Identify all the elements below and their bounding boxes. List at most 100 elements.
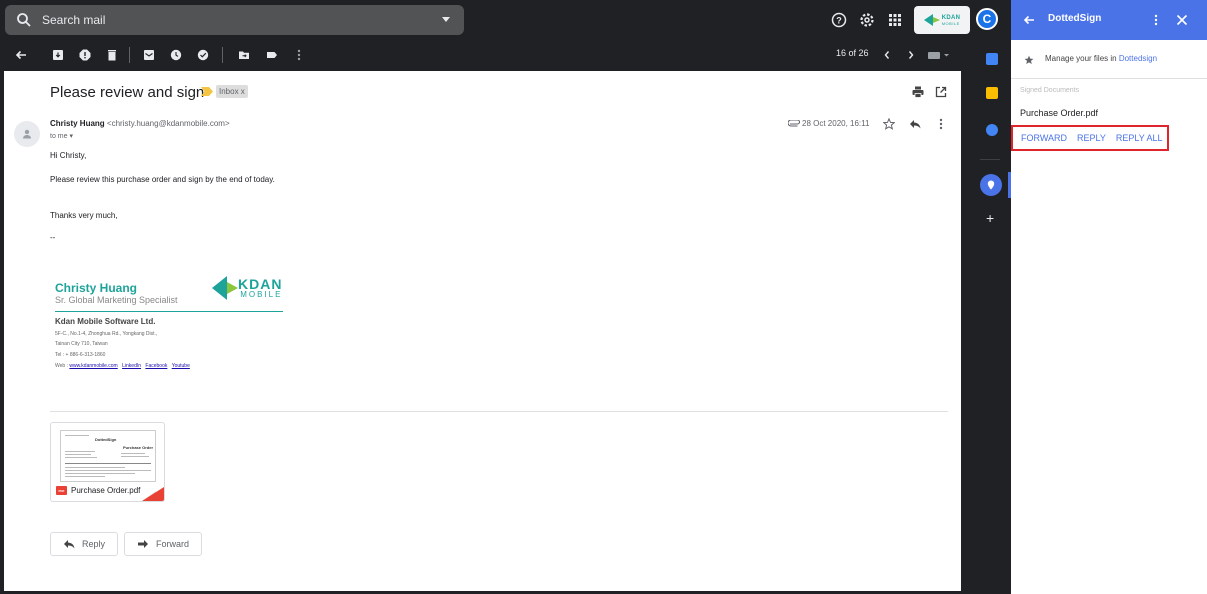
kdan-account-logo[interactable]: KDAN MOBILE (914, 6, 970, 34)
account-avatar[interactable]: C (976, 8, 998, 30)
panel-title: DottedSign (1048, 13, 1102, 24)
dottedsign-link[interactable]: Dottedsign (1119, 54, 1157, 63)
reply-icon (64, 540, 75, 549)
inbox-label-chip[interactable]: Inbox x (216, 85, 248, 98)
signature-web-line: Web : www.kdanmobile.com LinkedIn Facebo… (55, 363, 193, 369)
delete-icon[interactable] (104, 47, 120, 63)
close-icon[interactable] (1176, 14, 1188, 26)
manage-files-label: Manage your files in (1045, 54, 1117, 63)
dottedsign-addon-icon[interactable] (980, 174, 1002, 196)
snooze-clock-icon[interactable] (168, 47, 184, 63)
tasks-icon[interactable] (986, 124, 998, 136)
open-new-window-icon[interactable] (934, 85, 948, 99)
email-view: Please review and sign Inbox x Christy H… (4, 71, 961, 591)
report-spam-icon[interactable] (77, 47, 93, 63)
pdf-file-icon: PDF (56, 486, 67, 495)
forward-button[interactable]: Forward (124, 532, 203, 556)
attachment-thumbnail: DottedSign Purchase Order (60, 430, 156, 482)
move-to-icon[interactable] (236, 47, 252, 63)
signature-address-2: Tainan City 710, Taiwan (55, 341, 108, 347)
settings-icon[interactable] (857, 10, 877, 30)
forward-action[interactable]: FORWARD (1021, 133, 1067, 143)
label-icon[interactable] (264, 47, 280, 63)
signature-logo-subtext: MOBILE (240, 290, 283, 299)
signature-logo-text: KDAN (238, 276, 283, 292)
message-counter: 16 of 26 (836, 48, 869, 58)
website-link[interactable]: www.kdanmobile.com (69, 363, 117, 369)
manage-files-text: Manage your files in Dottedsign (1045, 54, 1157, 63)
attachment-filename: Purchase Order.pdf (71, 486, 141, 495)
star-icon[interactable] (882, 117, 896, 131)
search-bar[interactable] (5, 5, 464, 35)
signed-document-name[interactable]: Purchase Order.pdf (1020, 108, 1098, 118)
panel-header: DottedSign (1011, 0, 1207, 40)
search-icon[interactable] (16, 12, 32, 28)
help-icon[interactable]: ? (829, 10, 849, 30)
signature-name: Christy Huang (55, 281, 138, 295)
facebook-link[interactable]: Facebook (145, 363, 167, 369)
email-signature-dash: -- (50, 233, 56, 242)
forward-icon (138, 540, 148, 548)
reply-button[interactable]: Reply (50, 532, 119, 556)
star-icon (1024, 55, 1034, 64)
print-icon[interactable] (911, 85, 925, 99)
thumbnail-title: Purchase Order (123, 445, 154, 450)
back-arrow-icon[interactable] (13, 47, 29, 63)
addon-strip: + (962, 40, 1011, 594)
reply-action[interactable]: REPLY (1077, 133, 1106, 143)
panel-more-icon[interactable] (1154, 14, 1158, 26)
older-chevron-icon[interactable] (903, 47, 919, 63)
add-task-icon[interactable] (195, 47, 211, 63)
keep-icon[interactable] (986, 87, 998, 99)
attachment-card[interactable]: DottedSign Purchase Order PDF Purchase O… (50, 422, 165, 502)
forward-button-label: Forward (156, 539, 190, 549)
youtube-link[interactable]: Youtube (172, 363, 190, 369)
thumbnail-brand: DottedSign (95, 437, 117, 442)
dottedsign-panel: DottedSign Manage your files in Dottedsi… (1011, 0, 1207, 594)
email-date: 28 Oct 2020, 16:11 (802, 119, 870, 128)
calendar-icon[interactable] (986, 53, 998, 65)
more-vertical-icon[interactable] (934, 117, 948, 131)
signature-company: Kdan Mobile Software Ltd. (55, 317, 156, 326)
person-icon (23, 129, 31, 139)
email-greeting: Hi Christy, (50, 151, 87, 160)
recipient-label: to me (50, 133, 68, 140)
kdan-logo-subtext: MOBILE (941, 20, 960, 26)
svg-text:?: ? (836, 16, 842, 26)
input-tools-icon[interactable] (927, 47, 951, 63)
kdan-logo-icon (923, 14, 940, 26)
search-options-icon[interactable] (442, 17, 450, 22)
email-body-line: Please review this purchase order and si… (50, 175, 275, 184)
kdan-logo-icon (212, 276, 238, 300)
signature-address-1: 5F-C., No.1-4, Zhonghua Rd., Yongkang Di… (55, 331, 158, 337)
top-bar: ? KDAN MOBILE C (0, 0, 1011, 40)
get-addons-plus-icon[interactable]: + (986, 211, 994, 225)
signed-documents-heading: Signed Documents (1020, 87, 1080, 94)
gmail-window: ? KDAN MOBILE C (0, 0, 1011, 594)
signature-kdan-logo: KDAN MOBILE (212, 276, 282, 300)
signature-tel: Tel : + 886-6-313-1860 (55, 352, 106, 358)
recipient-details[interactable]: to me ▾ (50, 132, 73, 140)
signature-web-label: Web : (55, 363, 68, 369)
reply-icon[interactable] (908, 117, 922, 131)
newer-chevron-icon[interactable] (879, 47, 895, 63)
sender-email: <christy.huang@kdanmobile.com> (106, 119, 230, 128)
mail-toolbar: 16 of 26 (0, 40, 962, 70)
search-input[interactable] (42, 13, 422, 27)
document-actions: FORWARD REPLY REPLY ALL (1011, 125, 1169, 151)
apps-grid-icon[interactable] (885, 10, 905, 30)
reply-all-action[interactable]: REPLY ALL (1116, 133, 1163, 143)
mark-unread-icon[interactable] (141, 47, 157, 63)
sender-name[interactable]: Christy Huang (50, 119, 105, 128)
email-thanks: Thanks very much, (50, 211, 118, 220)
signature-title: Sr. Global Marketing Specialist (55, 295, 178, 305)
sender-line: Christy Huang <christy.huang@kdanmobile.… (50, 119, 230, 128)
sender-avatar[interactable] (14, 121, 40, 147)
importance-marker-icon[interactable] (201, 87, 213, 96)
recipient-dropdown-icon[interactable]: ▾ (69, 133, 73, 140)
reply-button-label: Reply (82, 539, 106, 549)
more-options-icon[interactable] (291, 47, 307, 63)
linkedin-link[interactable]: LinkedIn (122, 363, 141, 369)
archive-icon[interactable] (50, 47, 66, 63)
back-arrow-icon[interactable] (1023, 14, 1035, 26)
